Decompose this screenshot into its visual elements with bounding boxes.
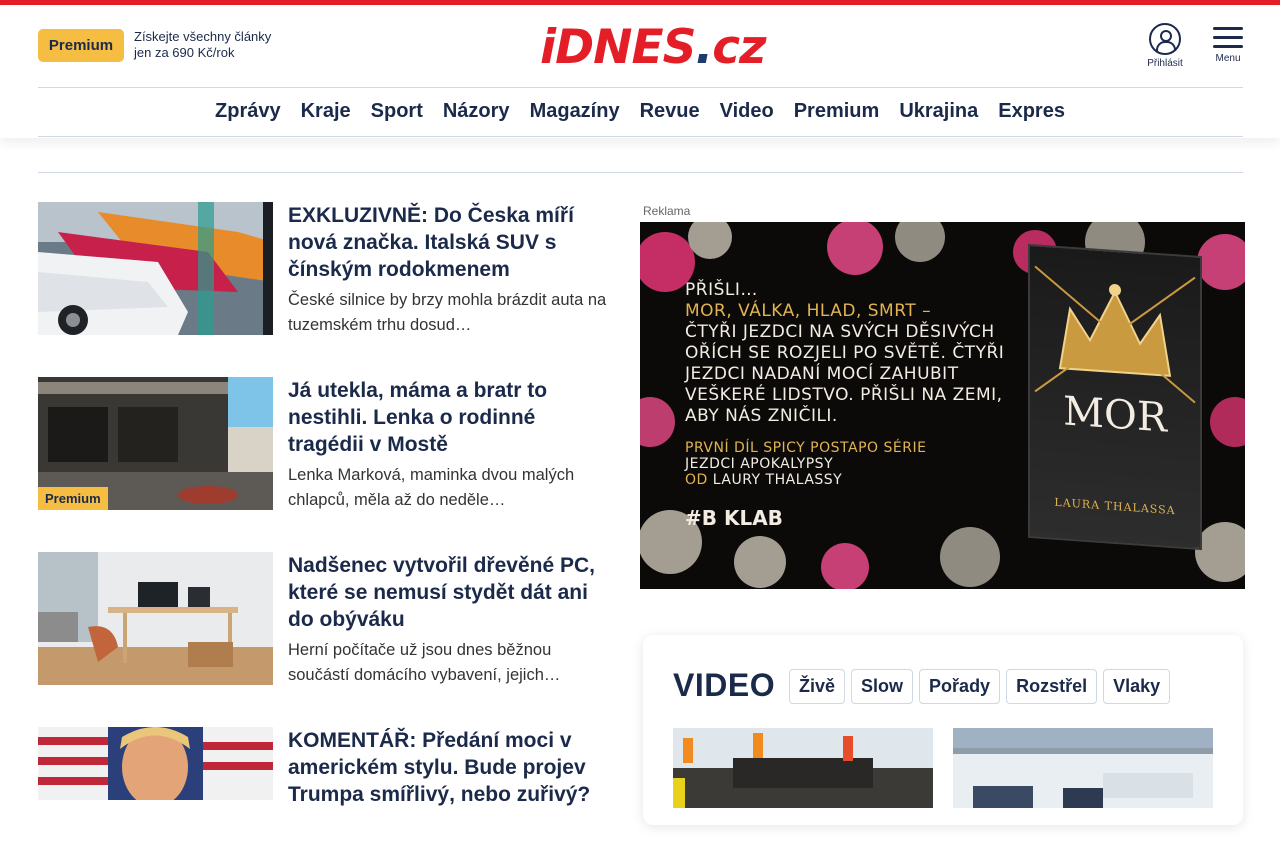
article-thumbnail[interactable]: Premium — [38, 377, 273, 510]
nav-divider — [38, 136, 1243, 137]
nav-item-revue[interactable]: Revue — [640, 100, 700, 123]
ad-line-3: ČTYŘI JEZDCI NA SVÝCH DĚSIVÝCH OŘÍCH SE … — [685, 322, 1005, 426]
content-divider — [38, 172, 1243, 173]
ad-subcopy: PRVNÍ DÍL SPICY POSTAPO SÉRIE JEZDCI APO… — [685, 440, 1015, 488]
nav-item-premium[interactable]: Premium — [794, 100, 880, 123]
video-thumbnail[interactable] — [953, 728, 1213, 808]
nav-item-ukrajina[interactable]: Ukrajina — [899, 100, 978, 123]
logo-main: iDNES — [540, 20, 696, 75]
nav-item-video[interactable]: Video — [720, 100, 774, 123]
article-item[interactable]: EXKLUZIVNĚ: Do Česka míří nová značka. I… — [38, 202, 608, 337]
site-logo[interactable]: iDNES.cz — [540, 20, 767, 75]
book-author: LAURA THALASSA — [1054, 495, 1176, 518]
video-tab-rozstrel[interactable]: Rozstřel — [1006, 669, 1098, 704]
article-title[interactable]: Já utekla, máma a bratr to nestihli. Len… — [288, 377, 608, 458]
ad-line-1: PŘIŠLI… — [685, 280, 758, 300]
article-item[interactable]: Nadšenec vytvořil dřevěné PC, které se n… — [38, 552, 608, 687]
promo-line-1: Získejte všechny články — [134, 29, 272, 44]
nav-item-sport[interactable]: Sport — [371, 100, 423, 123]
ad-sub-3-name: LAURY THALASSY — [712, 472, 843, 488]
menu-label: Menu — [1215, 53, 1241, 64]
ad-hashtag: #B KLAB — [685, 506, 783, 530]
article-thumbnail[interactable] — [38, 202, 273, 335]
article-title[interactable]: KOMENTÁŘ: Předání moci v americkém stylu… — [288, 727, 608, 808]
article-perex: Lenka Marková, maminka dvou malých chlap… — [288, 466, 575, 509]
nav-item-nazory[interactable]: Názory — [443, 100, 510, 123]
article-title[interactable]: Nadšenec vytvořil dřevěné PC, které se n… — [288, 552, 608, 633]
video-tab-zive[interactable]: Živě — [789, 669, 846, 704]
video-tab-vlaky[interactable]: Vlaky — [1103, 669, 1171, 704]
ad-line-2: MOR, VÁLKA, HLAD, SMRT – — [685, 301, 932, 321]
hamburger-icon — [1208, 27, 1248, 48]
login-button[interactable]: Přihlásit — [1140, 23, 1190, 69]
video-tabs: Živě Slow Pořady Rozstřel Vlaky — [789, 669, 1171, 704]
nav-item-zpravy[interactable]: Zprávy — [215, 100, 281, 123]
header-divider — [38, 87, 1243, 88]
nav-item-expres[interactable]: Expres — [998, 100, 1065, 123]
article-title[interactable]: EXKLUZIVNĚ: Do Česka míří nová značka. I… — [288, 202, 608, 283]
video-tab-porady[interactable]: Pořady — [919, 669, 1001, 704]
video-thumbnail[interactable] — [673, 728, 933, 808]
video-section-title[interactable]: VIDEO — [673, 667, 775, 704]
logo-tld: cz — [712, 20, 766, 75]
ad-label: Reklama — [643, 204, 691, 218]
ad-sub-3-prefix: OD — [685, 472, 708, 488]
article-item[interactable]: KOMENTÁŘ: Předání moci v americkém stylu… — [38, 727, 608, 862]
article-perex: České silnice by brzy mohla brázdit auta… — [288, 291, 607, 334]
crown-icon — [1034, 265, 1196, 404]
article-thumbnail[interactable] — [38, 727, 273, 800]
ad-copy: PŘIŠLI… MOR, VÁLKA, HLAD, SMRT – ČTYŘI J… — [685, 280, 1015, 427]
menu-button[interactable]: Menu — [1208, 27, 1248, 64]
nav-item-kraje[interactable]: Kraje — [301, 100, 351, 123]
premium-badge: Premium — [38, 487, 108, 510]
ad-sub-1: PRVNÍ DÍL SPICY POSTAPO SÉRIE — [685, 440, 927, 456]
article-perex: Herní počítače už jsou dnes běžnou součá… — [288, 641, 561, 684]
video-section: VIDEO Živě Slow Pořady Rozstřel Vlaky — [643, 635, 1243, 825]
login-label: Přihlásit — [1147, 58, 1183, 69]
advertisement-banner[interactable]: PŘIŠLI… MOR, VÁLKA, HLAD, SMRT – ČTYŘI J… — [640, 222, 1245, 589]
promo-line-2: jen za 690 Kč/rok — [134, 45, 235, 60]
ad-sub-2: JEZDCI APOKALYPSY — [685, 456, 834, 472]
premium-promo[interactable]: Získejte všechny články jen za 690 Kč/ro… — [134, 29, 304, 61]
article-item[interactable]: Premium Já utekla, máma a bratr to nesti… — [38, 377, 608, 512]
logo-dot: . — [695, 20, 713, 75]
video-tab-slow[interactable]: Slow — [851, 669, 914, 704]
book-cover: MOR LAURA THALASSA — [1028, 243, 1202, 551]
nav-item-magaziny[interactable]: Magazíny — [530, 100, 620, 123]
user-icon — [1149, 23, 1181, 55]
main-nav: Zprávy Kraje Sport Názory Magazíny Revue… — [0, 100, 1280, 123]
premium-button[interactable]: Premium — [38, 29, 124, 62]
article-thumbnail[interactable] — [38, 552, 273, 685]
site-header: Premium Získejte všechny články jen za 6… — [0, 5, 1280, 138]
